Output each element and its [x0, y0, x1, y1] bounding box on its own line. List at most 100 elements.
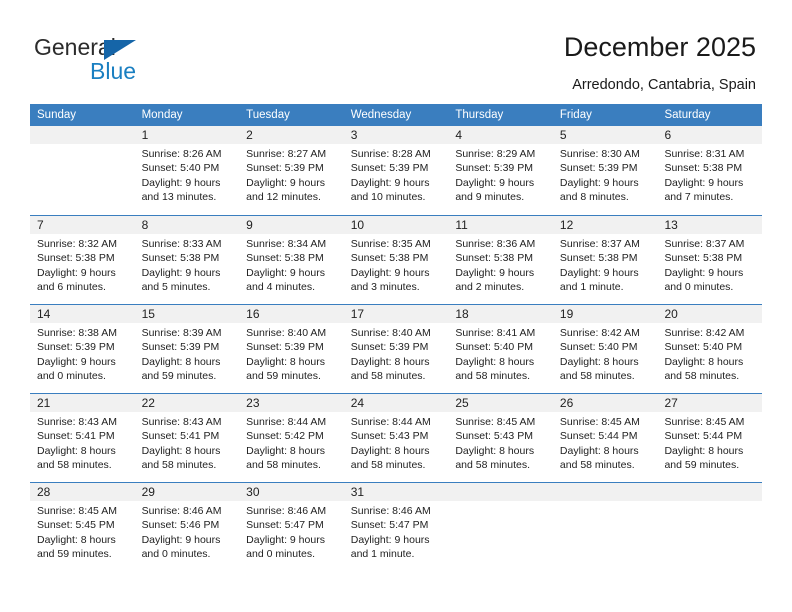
calendar-day-cell[interactable]: 7 Sunrise: 8:32 AM Sunset: 5:38 PM Daylight…: [30, 216, 135, 304]
day-detail-line: Sunrise: 8:29 AM: [455, 148, 536, 160]
calendar-day-cell[interactable]: 12 Sunrise: 8:37 AM Sunset: 5:38 PM Dayligh…: [552, 216, 658, 304]
calendar-day-cell[interactable]: 1 Sunrise: 8:26 AM Sunset: 5:40 PM Daylight…: [134, 126, 240, 215]
day-number: 16: [239, 305, 344, 323]
day-detail-line: Sunrise: 8:40 AM: [246, 327, 327, 339]
calendar-day-cell[interactable]: 10 Sunrise: 8:35 AM Sunset: 5:38 PM Dayligh…: [343, 216, 449, 304]
day-number: 2: [239, 126, 344, 144]
day-number: 14: [30, 305, 135, 323]
calendar-day-cell[interactable]: 17 Sunrise: 8:40 AM Sunset: 5:39 PM Dayligh…: [343, 305, 449, 393]
day-detail-line: Sunset: 5:38 PM: [246, 252, 324, 265]
day-sun-details: Sunrise: 8:44 AM Sunset: 5:42 PM Daylight:…: [239, 412, 344, 473]
day-detail-line: and 58 minutes.: [350, 370, 426, 383]
day-detail-line: and 59 minutes.: [37, 548, 112, 561]
day-sun-details: Sunrise: 8:27 AM Sunset: 5:39 PM Daylight:…: [239, 144, 344, 205]
day-detail-line: Sunset: 5:40 PM: [455, 341, 533, 354]
day-detail-line: Sunset: 5:44 PM: [559, 430, 638, 443]
calendar-day-cell[interactable]: 5 Sunrise: 8:30 AM Sunset: 5:39 PM Daylight…: [552, 126, 658, 215]
day-number: 10: [343, 216, 449, 234]
calendar-day-cell[interactable]: 22 Sunrise: 8:43 AM Sunset: 5:41 PM Dayligh…: [134, 394, 240, 482]
day-detail-line: Daylight: 8 hours: [37, 444, 116, 457]
calendar-day-cell[interactable]: 30 Sunrise: 8:46 AM Sunset: 5:47 PM Dayligh…: [239, 483, 344, 571]
calendar-day-cell[interactable]: 19 Sunrise: 8:42 AM Sunset: 5:40 PM Dayligh…: [552, 305, 658, 393]
day-detail-line: Sunrise: 8:34 AM: [246, 238, 327, 250]
day-detail-line: Sunset: 5:47 PM: [246, 519, 324, 532]
day-sun-details: Sunrise: 8:45 AM Sunset: 5:45 PM Daylight:…: [30, 501, 135, 562]
day-detail-line: Sunset: 5:39 PM: [350, 341, 429, 354]
calendar-day-cell[interactable]: 14 Sunrise: 8:38 AM Sunset: 5:39 PM Dayligh…: [30, 305, 135, 393]
calendar-day-cell[interactable]: 31 Sunrise: 8:46 AM Sunset: 5:47 PM Dayligh…: [343, 483, 449, 571]
calendar-day-cell[interactable]: 8 Sunrise: 8:33 AM Sunset: 5:38 PM Daylight…: [134, 216, 240, 304]
day-detail-line: Sunset: 5:39 PM: [350, 162, 429, 175]
calendar-day-cell[interactable]: 27 Sunrise: 8:45 AM Sunset: 5:44 PM Dayligh…: [657, 394, 763, 482]
calendar-day-cell[interactable]: 26 Sunrise: 8:45 AM Sunset: 5:44 PM Dayligh…: [552, 394, 658, 482]
day-sun-details: Sunrise: 8:35 AM Sunset: 5:38 PM Daylight:…: [344, 234, 449, 295]
day-number: 28: [30, 483, 135, 501]
day-number: [657, 483, 763, 501]
calendar-day-cell[interactable]: 15 Sunrise: 8:39 AM Sunset: 5:39 PM Dayligh…: [134, 305, 240, 393]
day-sun-details: [553, 501, 658, 504]
day-detail-line: Daylight: 9 hours: [559, 176, 639, 189]
day-detail-line: and 58 minutes.: [350, 459, 426, 472]
calendar-day-cell[interactable]: 20 Sunrise: 8:42 AM Sunset: 5:40 PM Dayligh…: [657, 305, 763, 393]
day-detail-line: Sunrise: 8:30 AM: [559, 148, 640, 160]
calendar-day-cell[interactable]: 21 Sunrise: 8:43 AM Sunset: 5:41 PM Dayligh…: [30, 394, 135, 482]
calendar-week-row: 14 Sunrise: 8:38 AM Sunset: 5:39 PM Dayligh…: [30, 304, 763, 393]
day-sun-details: Sunrise: 8:34 AM Sunset: 5:38 PM Daylight:…: [239, 234, 344, 295]
day-detail-line: Sunrise: 8:35 AM: [350, 238, 431, 250]
generalblue-logo[interactable]: General Blue: [34, 34, 214, 88]
day-detail-line: Sunset: 5:38 PM: [141, 252, 220, 265]
calendar-day-cell[interactable]: 13 Sunrise: 8:37 AM Sunset: 5:38 PM Dayligh…: [657, 216, 763, 304]
calendar-day-cell[interactable]: 25 Sunrise: 8:45 AM Sunset: 5:43 PM Dayligh…: [448, 394, 553, 482]
day-sun-details: Sunrise: 8:36 AM Sunset: 5:38 PM Daylight:…: [448, 234, 553, 295]
calendar-day-cell[interactable]: 9 Sunrise: 8:34 AM Sunset: 5:38 PM Daylight…: [239, 216, 344, 304]
calendar-day-cell[interactable]: 4 Sunrise: 8:29 AM Sunset: 5:39 PM Daylight…: [448, 126, 553, 215]
calendar-day-cell[interactable]: 24 Sunrise: 8:44 AM Sunset: 5:43 PM Dayligh…: [343, 394, 449, 482]
day-detail-line: Daylight: 8 hours: [141, 355, 221, 368]
calendar-day-cell[interactable]: 16 Sunrise: 8:40 AM Sunset: 5:39 PM Dayligh…: [239, 305, 344, 393]
day-number: 7: [30, 216, 135, 234]
day-detail-line: Daylight: 9 hours: [246, 533, 325, 546]
day-detail-line: Sunset: 5:38 PM: [350, 252, 429, 265]
day-detail-line: Daylight: 8 hours: [141, 444, 221, 457]
day-number: 21: [30, 394, 135, 412]
day-detail-line: Daylight: 8 hours: [559, 355, 639, 368]
day-detail-line: and 58 minutes.: [559, 459, 635, 472]
calendar-day-cell[interactable]: 2 Sunrise: 8:27 AM Sunset: 5:39 PM Daylight…: [239, 126, 344, 215]
day-number: 1: [134, 126, 240, 144]
day-detail-line: and 1 minute.: [559, 281, 624, 294]
day-sun-details: Sunrise: 8:46 AM Sunset: 5:47 PM Daylight:…: [344, 501, 449, 562]
day-number: 11: [448, 216, 553, 234]
day-sun-details: Sunrise: 8:45 AM Sunset: 5:43 PM Daylight:…: [448, 412, 553, 473]
day-number: 15: [134, 305, 240, 323]
day-detail-line: Sunrise: 8:42 AM: [559, 327, 640, 339]
day-number: 9: [239, 216, 344, 234]
day-number: 3: [343, 126, 449, 144]
calendar-day-cell[interactable]: 11 Sunrise: 8:36 AM Sunset: 5:38 PM Dayligh…: [448, 216, 553, 304]
day-sun-details: Sunrise: 8:44 AM Sunset: 5:43 PM Daylight:…: [344, 412, 449, 473]
day-detail-line: Sunrise: 8:45 AM: [455, 416, 536, 428]
day-sun-details: Sunrise: 8:40 AM Sunset: 5:39 PM Daylight:…: [239, 323, 344, 384]
calendar-day-cell[interactable]: 6 Sunrise: 8:31 AM Sunset: 5:38 PM Daylight…: [657, 126, 763, 215]
day-detail-line: Sunrise: 8:46 AM: [141, 505, 222, 517]
day-detail-line: and 9 minutes.: [455, 191, 525, 204]
calendar-day-cell[interactable]: 23 Sunrise: 8:44 AM Sunset: 5:42 PM Dayligh…: [239, 394, 344, 482]
day-number: 29: [134, 483, 240, 501]
calendar-day-cell[interactable]: 28 Sunrise: 8:45 AM Sunset: 5:45 PM Dayligh…: [30, 483, 135, 571]
day-detail-line: Daylight: 9 hours: [350, 176, 430, 189]
day-detail-line: Daylight: 8 hours: [455, 355, 535, 368]
day-detail-line: and 59 minutes.: [141, 370, 217, 383]
calendar-day-cell[interactable]: 18 Sunrise: 8:41 AM Sunset: 5:40 PM Dayligh…: [448, 305, 553, 393]
day-detail-line: Sunset: 5:39 PM: [37, 341, 115, 354]
day-detail-line: Sunset: 5:39 PM: [559, 162, 638, 175]
day-detail-line: Sunset: 5:38 PM: [664, 252, 743, 265]
day-sun-details: Sunrise: 8:45 AM Sunset: 5:44 PM Daylight:…: [553, 412, 658, 473]
calendar-week-row: 7 Sunrise: 8:32 AM Sunset: 5:38 PM Daylight…: [30, 215, 763, 304]
calendar-day-cell[interactable]: 3 Sunrise: 8:28 AM Sunset: 5:39 PM Daylight…: [343, 126, 449, 215]
day-number: 22: [134, 394, 240, 412]
day-sun-details: Sunrise: 8:29 AM Sunset: 5:39 PM Daylight:…: [448, 144, 553, 205]
day-number: 4: [448, 126, 553, 144]
day-number: [30, 126, 135, 144]
day-detail-line: Sunset: 5:41 PM: [37, 430, 115, 443]
calendar-weekday-header: Sunday Monday Tuesday Wednesday Thursday Frid…: [30, 104, 762, 126]
calendar-day-cell[interactable]: 29 Sunrise: 8:46 AM Sunset: 5:46 PM Dayligh…: [134, 483, 240, 571]
